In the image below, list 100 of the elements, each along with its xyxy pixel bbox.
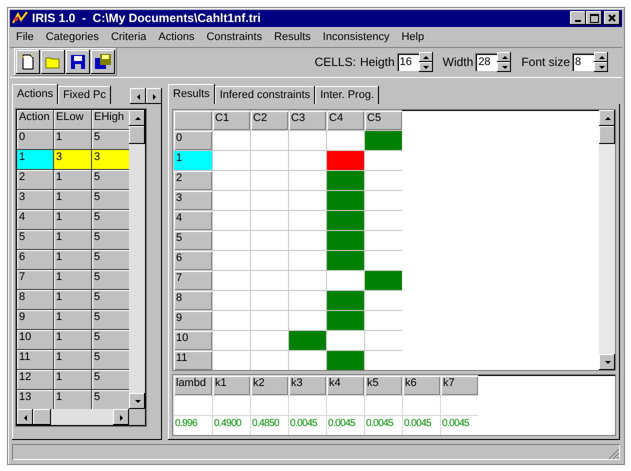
scroll-down-button[interactable] [129,393,145,410]
scroll-thumb[interactable] [599,126,615,144]
scroll-up-button[interactable] [599,110,615,126]
value-cell: 0.4900 [213,416,250,436]
spin-down-button[interactable] [418,62,433,72]
number-field[interactable]: 8 [572,53,594,72]
value-cell: 0.0045 [441,416,478,436]
column-header: ELow [54,110,91,130]
app-icon [12,11,28,26]
table-cell: 1 [54,270,91,290]
menu-item[interactable]: File [16,30,34,43]
vertical-scrollbar[interactable] [599,110,615,370]
scroll-thumb[interactable] [129,126,145,144]
scroll-right-button[interactable] [113,409,129,426]
table-cell: 5 [92,130,129,150]
table-cell: 5 [92,270,129,290]
column-header: Action [17,110,53,130]
table-cell: 3 [92,150,129,170]
minimize-button[interactable] [570,11,586,26]
number-field[interactable]: 28 [475,53,498,72]
menu-item[interactable]: Inconsistency [322,30,390,43]
row-header: 5 [174,231,212,250]
table-cell: 5 [92,190,129,210]
row-header: 0 [174,131,212,150]
menu-item[interactable]: Help [401,30,424,43]
spinner-label: Width [442,55,474,70]
spin-down-button[interactable] [594,62,608,72]
close-button[interactable] [604,11,620,26]
row-header: 4 [174,211,212,230]
spin-up-button[interactable] [497,52,512,62]
maximize-button[interactable] [586,11,602,26]
save-all-button[interactable] [91,50,115,74]
new-file-icon [20,54,36,70]
table-cell: 1 [54,250,91,270]
column-header: k4 [327,376,364,396]
row-header: 2 [174,171,212,190]
vertical-scrollbar[interactable] [129,110,145,410]
row-header: 1 [174,151,212,170]
scroll-up-button[interactable] [129,110,145,126]
spinner-label: Font size [521,55,570,70]
table-cell: 5 [92,210,129,230]
spin-up-button[interactable] [418,52,433,62]
tab[interactable]: Actions [12,84,58,104]
tab[interactable]: Results [168,84,215,104]
save-button[interactable] [66,50,90,74]
disks-icon [95,54,111,70]
scroll-down-button[interactable] [599,354,615,370]
tab[interactable]: Inter. Prog. [315,86,379,104]
maximize-icon [590,14,598,23]
column-header: k5 [365,376,402,396]
table-cell: 5 [92,170,129,190]
scrollbar-corner [129,409,145,426]
value-cell: 0.4850 [251,416,288,436]
table-cell: 5 [92,390,129,410]
table-cell: 4 [17,210,53,230]
table-cell: 1 [54,310,91,330]
table-cell: 3 [17,190,53,210]
tab-scroll-right-button[interactable] [146,88,162,104]
column-header: k6 [403,376,440,396]
open-button[interactable] [41,50,65,74]
table-cell: 2 [17,170,53,190]
column-header: C2 [251,111,288,130]
value-cell: 0.0045 [403,416,440,436]
spin-up-button[interactable] [594,52,608,62]
column-header: C1 [213,111,250,130]
column-header: C4 [327,111,364,130]
resize-grip-icon[interactable] [608,448,620,460]
table-cell: 8 [17,290,53,310]
column-header: EHigh [92,110,129,130]
table-cell: 1 [54,130,91,150]
tab-scroll-left-button[interactable] [130,88,146,104]
value-cell: 0.0045 [327,416,364,436]
menu-item[interactable]: Criteria [110,30,146,43]
table-cell: 1 [17,150,53,170]
menu-item[interactable]: Constraints [206,30,262,43]
table-cell: 5 [92,370,129,390]
horizontal-scrollbar[interactable] [17,409,145,426]
column-header: C3 [289,111,326,130]
table-cell: 5 [92,330,129,350]
row-header: 3 [174,191,212,210]
menu-item[interactable]: Actions [158,30,194,43]
tab[interactable]: Infered constraints [214,86,316,104]
menu-item[interactable]: Categories [46,30,99,43]
close-icon [608,14,616,22]
scroll-thumb[interactable] [33,409,51,426]
table-cell: 7 [17,270,53,290]
table-cell: 5 [92,230,129,250]
row-header: 11 [174,351,212,370]
table-cell: 3 [54,150,91,170]
column-header: k2 [251,376,288,396]
table-cell: 5 [92,250,129,270]
number-field[interactable]: 16 [396,53,419,72]
menu-item[interactable]: Results [274,30,311,43]
new-button[interactable] [16,50,40,74]
spin-down-button[interactable] [497,62,512,72]
scroll-left-button[interactable] [17,409,33,426]
row-header: 6 [174,251,212,270]
tab[interactable]: Fixed Pc [58,86,111,104]
table-cell: 1 [54,330,91,350]
cells-label: CELLS: [314,55,356,70]
